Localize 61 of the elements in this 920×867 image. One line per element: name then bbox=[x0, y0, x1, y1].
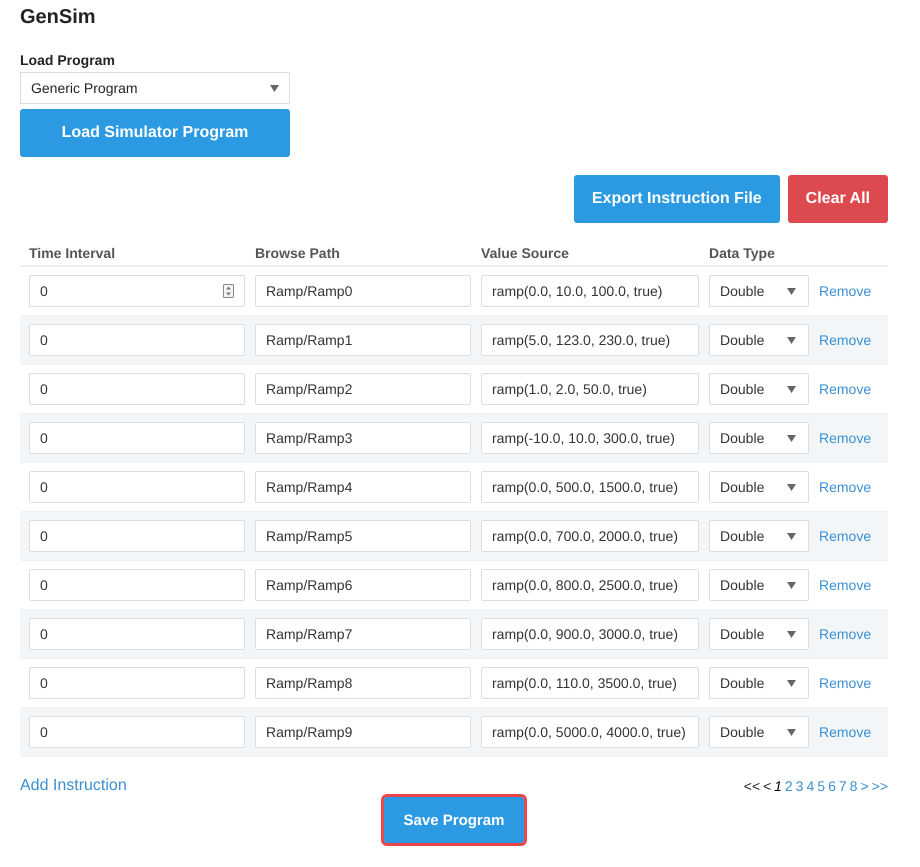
value-source-field[interactable]: ramp(0.0, 900.0, 3000.0, true) bbox=[481, 618, 699, 650]
value-source-field[interactable]: ramp(0.0, 5000.0, 4000.0, true) bbox=[481, 716, 699, 748]
data-type-dropdown[interactable]: Double bbox=[709, 569, 809, 601]
time-interval-field[interactable]: 0 bbox=[29, 324, 245, 356]
data-type-dropdown[interactable]: Double bbox=[709, 667, 809, 699]
value-source-field[interactable]: ramp(0.0, 500.0, 1500.0, true) bbox=[481, 471, 699, 503]
data-type-dropdown[interactable]: Double bbox=[709, 422, 809, 454]
time-interval-field[interactable]: 0 bbox=[29, 618, 245, 650]
app-title: GenSim bbox=[20, 5, 97, 30]
caret-icon bbox=[787, 582, 796, 588]
caret-icon bbox=[787, 386, 796, 392]
value-source-field[interactable]: ramp(5.0, 123.0, 230.0, true) bbox=[481, 324, 699, 356]
time-interval-field[interactable]: 0 bbox=[29, 520, 245, 552]
time-interval-field[interactable]: 0 bbox=[29, 373, 245, 405]
data-type-dropdown[interactable]: Double bbox=[709, 324, 809, 356]
column-header: Time Interval bbox=[29, 245, 116, 263]
caret-icon bbox=[787, 336, 796, 344]
value-source-field[interactable]: ramp(1.0, 2.0, 50.0, true) bbox=[481, 373, 699, 405]
caret-icon bbox=[787, 680, 796, 686]
column-header: Value Source bbox=[481, 245, 570, 263]
browse-path-field[interactable]: Ramp/Ramp7 bbox=[255, 618, 471, 650]
browse-path-field[interactable]: Ramp/Ramp5 bbox=[255, 520, 471, 552]
caret-icon bbox=[787, 484, 796, 490]
column-header: Data Type bbox=[709, 245, 776, 263]
page-link[interactable]: 1 bbox=[774, 778, 782, 794]
time-interval-field[interactable]: 0 bbox=[29, 422, 245, 454]
browse-path-field[interactable]: Ramp/Ramp8 bbox=[255, 667, 471, 699]
program-dropdown[interactable]: Generic Program bbox=[20, 72, 290, 104]
data-type-dropdown[interactable]: Double bbox=[709, 471, 809, 503]
caret-icon bbox=[787, 288, 796, 294]
data-type-dropdown[interactable]: Double bbox=[709, 275, 809, 307]
clear-all-button[interactable]: Clear All bbox=[788, 175, 888, 223]
caret-icon bbox=[270, 84, 279, 92]
field-label: Load Program bbox=[20, 52, 116, 70]
time-interval-field[interactable]: 0 bbox=[29, 275, 245, 307]
caret-icon bbox=[787, 630, 796, 638]
time-interval-field[interactable]: 0 bbox=[29, 716, 245, 748]
browse-path-field[interactable]: Ramp/Ramp0 bbox=[255, 275, 471, 307]
browse-path-field[interactable]: Ramp/Ramp1 bbox=[255, 324, 471, 356]
caret-icon bbox=[787, 728, 796, 736]
value-source-field[interactable]: ramp(0.0, 10.0, 100.0, true) bbox=[481, 275, 699, 307]
data-type-dropdown[interactable]: Double bbox=[709, 520, 809, 552]
browse-path-field[interactable]: Ramp/Ramp3 bbox=[255, 422, 471, 454]
browse-path-field[interactable]: Ramp/Ramp6 bbox=[255, 569, 471, 601]
value-source-field[interactable]: ramp(0.0, 700.0, 2000.0, true) bbox=[481, 520, 699, 552]
column-header: Browse Path bbox=[255, 245, 341, 263]
spinner-icon[interactable] bbox=[223, 284, 234, 298]
caret-icon bbox=[787, 434, 796, 442]
time-interval-field[interactable]: 0 bbox=[29, 471, 245, 503]
time-interval-field[interactable]: 0 bbox=[29, 667, 245, 699]
value-source-field[interactable]: ramp(0.0, 800.0, 2500.0, true) bbox=[481, 569, 699, 601]
data-type-dropdown[interactable]: Double bbox=[709, 716, 809, 748]
browse-path-field[interactable]: Ramp/Ramp4 bbox=[255, 471, 471, 503]
browse-path-field[interactable]: Ramp/Ramp9 bbox=[255, 716, 471, 748]
caret-icon bbox=[787, 532, 796, 540]
value-source-field[interactable]: ramp(-10.0, 10.0, 300.0, true) bbox=[481, 422, 699, 454]
data-type-dropdown[interactable]: Double bbox=[709, 618, 809, 650]
time-interval-field[interactable]: 0 bbox=[29, 569, 245, 601]
value-source-field[interactable]: ramp(0.0, 110.0, 3500.0, true) bbox=[481, 667, 699, 699]
browse-path-field[interactable]: Ramp/Ramp2 bbox=[255, 373, 471, 405]
data-type-dropdown[interactable]: Double bbox=[709, 373, 809, 405]
